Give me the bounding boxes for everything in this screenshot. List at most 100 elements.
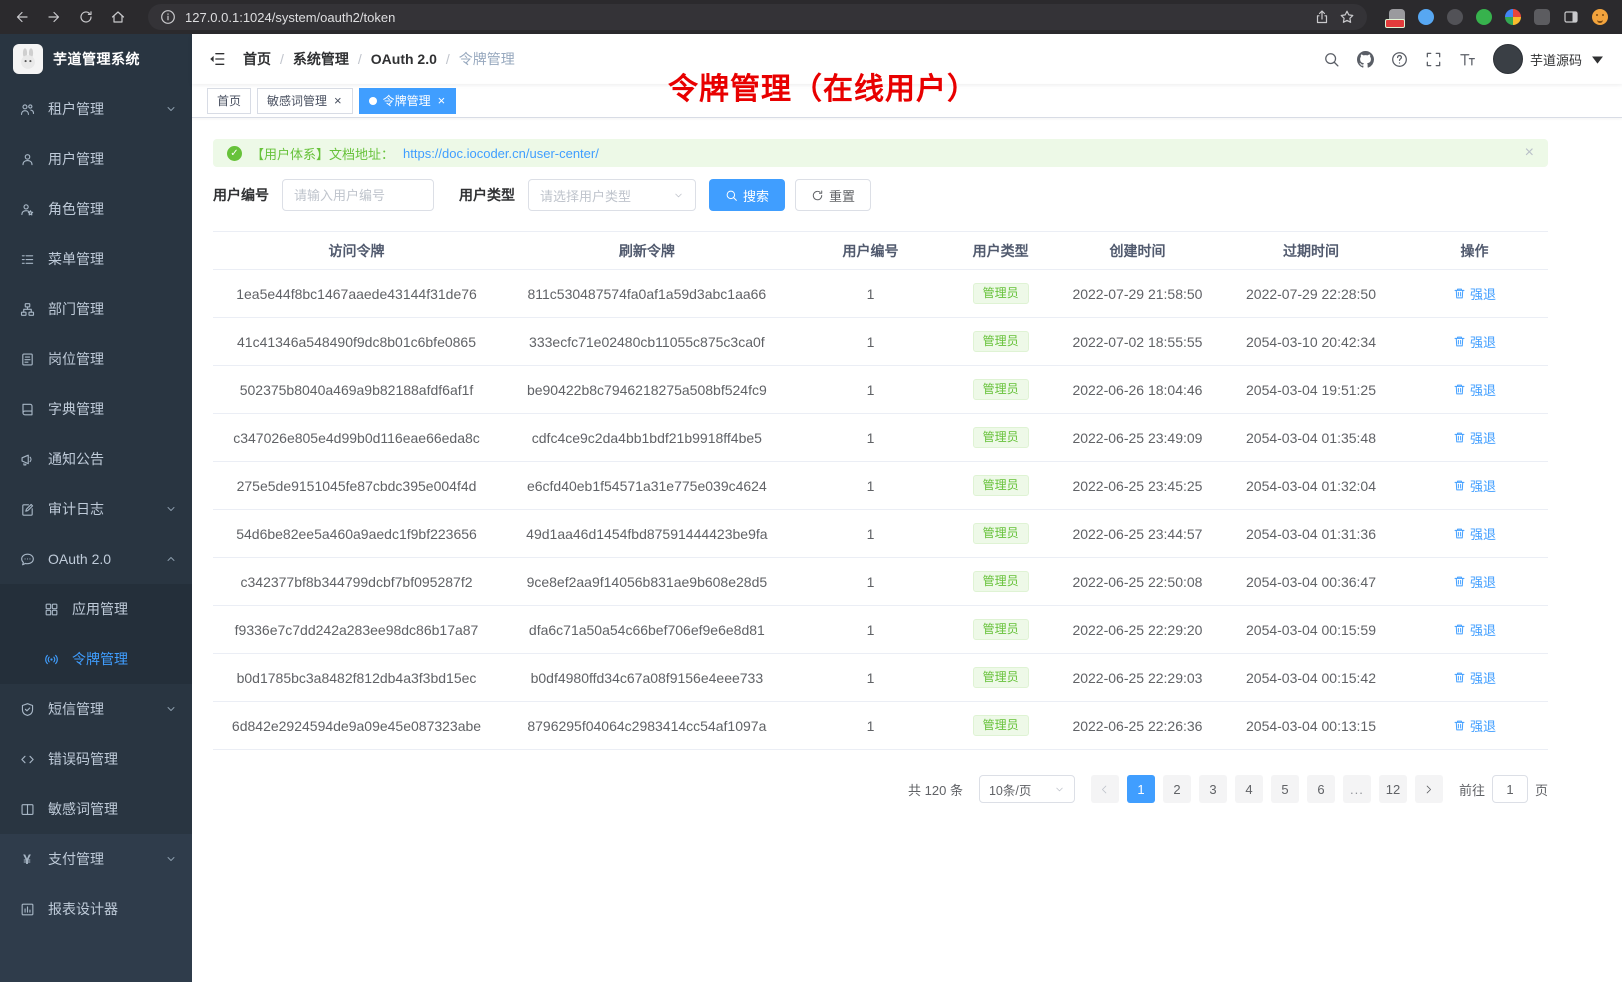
sidebar-item-角色管理[interactable]: 角色管理 — [0, 184, 192, 234]
force-logout-button[interactable]: 强退 — [1453, 572, 1496, 591]
alert-close-icon[interactable]: × — [1525, 144, 1534, 162]
user-type-badge: 管理员 — [973, 667, 1029, 689]
sidebar-panel-icon[interactable] — [1563, 9, 1579, 25]
sidebar-item-通知公告[interactable]: 通知公告 — [0, 434, 192, 484]
browser-profile-avatar[interactable] — [1592, 9, 1608, 25]
tab-敏感词管理[interactable]: 敏感词管理× — [257, 88, 353, 114]
extension-green-icon[interactable] — [1476, 9, 1492, 25]
page-ellipsis[interactable]: ... — [1343, 775, 1371, 803]
user-id-input[interactable] — [282, 179, 434, 211]
goto-label: 前往 — [1459, 780, 1485, 799]
user-type-badge: 管理员 — [973, 475, 1029, 497]
tab-close-icon[interactable]: × — [333, 94, 343, 107]
force-logout-button[interactable]: 强退 — [1453, 716, 1496, 735]
forward-icon[interactable] — [46, 9, 62, 25]
force-logout-button[interactable]: 强退 — [1453, 620, 1496, 639]
alert-link[interactable]: https://doc.iocoder.cn/user-center/ — [403, 146, 599, 161]
sidebar-item-岗位管理[interactable]: 岗位管理 — [0, 334, 192, 384]
user-type-cell: 管理员 — [947, 619, 1054, 641]
sidebar-item-应用管理[interactable]: 应用管理 — [0, 584, 192, 634]
table-row: c342377bf8b344799dcbf7bf095287f29ce8ef2a… — [213, 558, 1548, 606]
breadcrumb-item[interactable]: OAuth 2.0 — [371, 51, 437, 67]
extensions-puzzle-icon[interactable] — [1505, 9, 1521, 25]
sidebar-item-菜单管理[interactable]: 菜单管理 — [0, 234, 192, 284]
user-menu[interactable]: 芋道源码 — [1493, 44, 1606, 74]
font-size-icon[interactable] — [1459, 51, 1476, 68]
page-size-select[interactable]: 10条/页 — [979, 775, 1075, 803]
back-icon[interactable] — [14, 9, 30, 25]
breadcrumb-item[interactable]: 首页 — [243, 49, 271, 69]
page-button-4[interactable]: 4 — [1235, 775, 1263, 803]
sidebar-item-敏感词管理[interactable]: 敏感词管理 — [0, 784, 192, 834]
reload-icon[interactable] — [78, 9, 94, 25]
active-tab-dot — [369, 97, 377, 105]
sidebar-item-支付管理[interactable]: ¥支付管理 — [0, 834, 192, 884]
app-window: 芋道管理系统 租户管理用户管理角色管理菜单管理部门管理岗位管理字典管理通知公告审… — [0, 34, 1622, 982]
extension-badged-icon[interactable] — [1389, 9, 1405, 25]
table-header: 访问令牌刷新令牌用户编号用户类型创建时间过期时间操作 — [213, 232, 1548, 270]
help-icon[interactable] — [1391, 51, 1408, 68]
sidebar-item-部门管理[interactable]: 部门管理 — [0, 284, 192, 334]
breadcrumb-item[interactable]: 系统管理 — [293, 49, 349, 69]
column-header: 访问令牌 — [213, 241, 500, 261]
address-bar[interactable]: 127.0.0.1:1024/system/oauth2/token — [148, 4, 1367, 30]
page-button-12[interactable]: 12 — [1379, 775, 1407, 803]
search-button[interactable]: 搜索 — [709, 179, 785, 211]
access-token-cell: c342377bf8b344799dcbf7bf095287f2 — [213, 574, 500, 590]
page-button-1[interactable]: 1 — [1127, 775, 1155, 803]
sidebar-item-用户管理[interactable]: 用户管理 — [0, 134, 192, 184]
sidebar-item-租户管理[interactable]: 租户管理 — [0, 84, 192, 134]
force-logout-label: 强退 — [1470, 284, 1496, 303]
expire-time-cell: 2054-03-04 01:31:36 — [1221, 526, 1401, 542]
sidebar-item-字典管理[interactable]: 字典管理 — [0, 384, 192, 434]
page-button-2[interactable]: 2 — [1163, 775, 1191, 803]
extension-badge — [1385, 19, 1405, 28]
table-row: 6d842e2924594de9a09e45e087323abe8796295f… — [213, 702, 1548, 750]
site-info-icon[interactable] — [160, 9, 176, 25]
share-icon[interactable] — [1314, 9, 1330, 25]
force-logout-button[interactable]: 强退 — [1453, 476, 1496, 495]
sidebar-item-报表设计器[interactable]: 报表设计器 — [0, 884, 192, 934]
main-area: 首页/系统管理/OAuth 2.0/令牌管理 芋道源码 首页敏感词管理×令牌管理… — [192, 34, 1622, 982]
logo-rabbit-icon — [13, 44, 43, 74]
force-logout-button[interactable]: 强退 — [1453, 524, 1496, 543]
goto-page-input[interactable] — [1492, 775, 1528, 803]
force-logout-button[interactable]: 强退 — [1453, 668, 1496, 687]
action-cell: 强退 — [1401, 524, 1548, 543]
trash-icon — [1453, 383, 1466, 396]
sidebar-toggle-icon[interactable] — [208, 50, 226, 68]
extension-dark-icon[interactable] — [1447, 9, 1463, 25]
extension-blue-icon[interactable] — [1418, 9, 1434, 25]
force-logout-button[interactable]: 强退 — [1453, 428, 1496, 447]
page-button-5[interactable]: 5 — [1271, 775, 1299, 803]
tab-close-icon[interactable]: × — [437, 94, 447, 107]
sidebar-item-短信管理[interactable]: 短信管理 — [0, 684, 192, 734]
force-logout-button[interactable]: 强退 — [1453, 332, 1496, 351]
home-icon[interactable] — [110, 9, 126, 25]
force-logout-button[interactable]: 强退 — [1453, 380, 1496, 399]
prev-page-button[interactable] — [1091, 775, 1119, 803]
sidebar-item-审计日志[interactable]: 审计日志 — [0, 484, 192, 534]
tab-首页[interactable]: 首页 — [207, 88, 251, 114]
sidebar-item-令牌管理[interactable]: 令牌管理 — [0, 634, 192, 684]
user-type-select[interactable]: 请选择用户类型 — [528, 179, 696, 211]
column-header: 用户编号 — [794, 241, 948, 261]
search-icon[interactable] — [1323, 51, 1340, 68]
next-page-button[interactable] — [1415, 775, 1443, 803]
force-logout-button[interactable]: 强退 — [1453, 284, 1496, 303]
sidebar-item-OAuth 2.0[interactable]: OAuth 2.0 — [0, 534, 192, 584]
github-icon[interactable] — [1357, 51, 1374, 68]
trash-icon — [1453, 671, 1466, 684]
tab-令牌管理[interactable]: 令牌管理× — [359, 88, 457, 114]
app-logo[interactable]: 芋道管理系统 — [0, 34, 192, 84]
bookmark-star-icon[interactable] — [1339, 9, 1355, 25]
user-type-cell: 管理员 — [947, 475, 1054, 497]
sidebar-item-错误码管理[interactable]: 错误码管理 — [0, 734, 192, 784]
oauth-icon — [19, 552, 35, 567]
reset-button[interactable]: 重置 — [795, 179, 871, 211]
fullscreen-icon[interactable] — [1425, 51, 1442, 68]
page-button-6[interactable]: 6 — [1307, 775, 1335, 803]
page-button-3[interactable]: 3 — [1199, 775, 1227, 803]
chevron-down-icon — [165, 103, 177, 115]
extension-gray-icon[interactable] — [1534, 9, 1550, 25]
